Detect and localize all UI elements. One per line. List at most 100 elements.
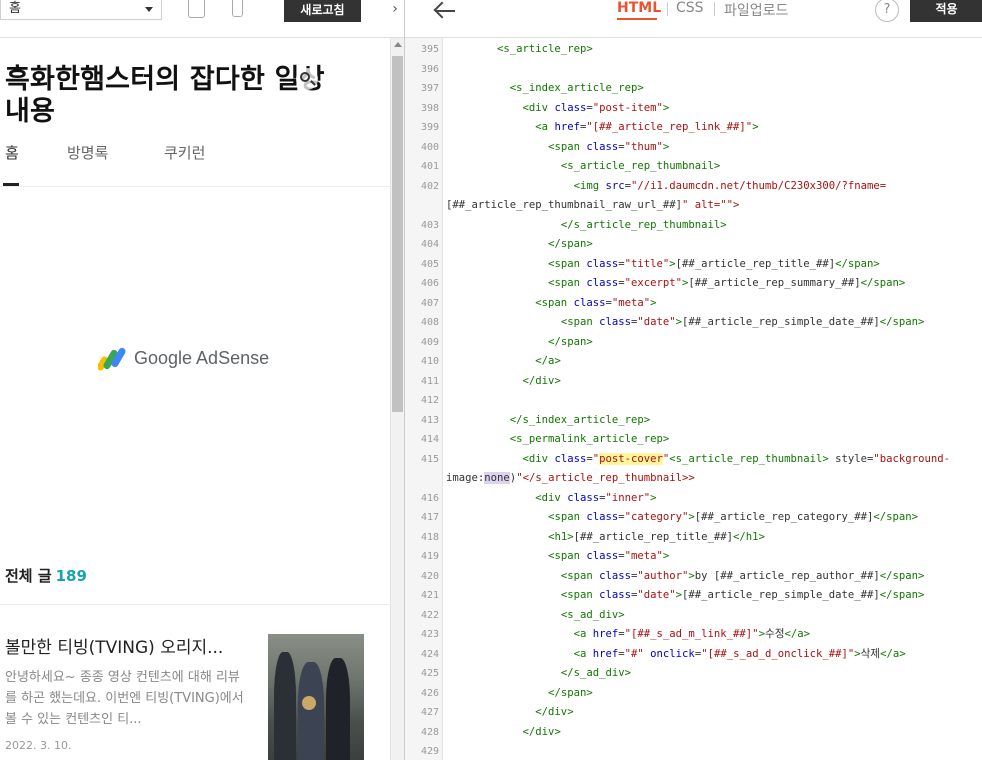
code-line[interactable]: 424 <a href="#" onclick="[##_s_ad_d_oncl… <box>405 645 982 665</box>
line-number: 422 <box>420 609 439 621</box>
code-line[interactable]: 429 <box>405 742 982 760</box>
tab-css[interactable]: CSS <box>676 0 704 16</box>
line-number: 402 <box>420 180 439 192</box>
code-line[interactable]: 399 <a href="[##_article_rep_link_##]"> <box>405 118 982 138</box>
editor-pane: HTML CSS 파일업로드 ? 적용 395 <s_article_rep> 3… <box>404 0 982 760</box>
refresh-button[interactable]: 새로고침 <box>284 0 361 22</box>
code-editor[interactable]: 395 <s_article_rep> 396 397 <s_index_artic… <box>405 38 982 760</box>
code-line[interactable]: 403 </s_article_rep_thumbnail> <box>405 216 982 236</box>
code-text: <img src="//i1.daumcdn.net/thumb/C230x30… <box>573 179 887 192</box>
code-text: <span class="meta"> <box>548 550 670 562</box>
code-line[interactable]: 427 </div> <box>405 703 982 723</box>
scroll-up-icon[interactable] <box>394 42 402 47</box>
code-line[interactable]: 419 <span class="meta"> <box>405 547 982 567</box>
divider <box>0 186 390 187</box>
code-line[interactable]: 421 <span class="date">[##_article_rep_s… <box>405 586 982 606</box>
code-line[interactable]: 410 </a> <box>405 352 982 372</box>
code-text: <a href="[##_s_ad_m_link_##]">수정</a> <box>573 628 810 640</box>
preview-pane: 홈 새로고침 › 흑화한햄스터의 잡다한 일상 내용 홈 방명록 쿠키런 Goo… <box>0 0 404 760</box>
thumbnail-detail <box>302 696 316 710</box>
code-line[interactable]: 420 <span class="author">by [##_article_… <box>405 567 982 587</box>
code-text: <span class="excerpt">[##_article_rep_su… <box>548 277 906 289</box>
scrollbar-thumb[interactable] <box>392 56 403 412</box>
mobile-view-icon[interactable] <box>232 0 243 17</box>
code-line[interactable]: 404 </span> <box>405 235 982 255</box>
desktop-view-icon[interactable] <box>188 0 205 18</box>
code-line[interactable]: 402 <img src="//i1.daumcdn.net/thumb/C23… <box>405 177 982 197</box>
code-text: <s_article_rep_thumbnail> <box>560 160 721 172</box>
code-text: </div> <box>535 706 574 718</box>
apply-button[interactable]: 적용 <box>910 0 982 22</box>
line-number: 412 <box>420 395 439 406</box>
nav-item-home[interactable]: 홈 <box>5 142 19 163</box>
code-line[interactable]: 407 <span class="meta"> <box>405 294 982 314</box>
code-line[interactable]: 428 </div> <box>405 723 982 743</box>
line-number: 399 <box>420 122 439 133</box>
line-number: 429 <box>420 746 439 757</box>
line-number: 425 <box>420 668 439 679</box>
post-title[interactable]: 볼만한 티빙(TVING) 오리지... <box>5 633 253 658</box>
code-line[interactable]: 425 </s_ad_div> <box>405 664 982 684</box>
code-line[interactable]: 412 <box>405 391 982 411</box>
code-line[interactable]: 417 <span class="category">[##_article_r… <box>405 508 982 528</box>
nav-item-guestbook[interactable]: 방명록 <box>67 142 108 163</box>
code-line[interactable]: 408 <span class="date">[##_article_rep_s… <box>405 313 982 333</box>
post-excerpt: 안녕하세요~ 종종 영상 컨텐츠에 대해 리뷰를 하곤 했는데요. 이번엔 티빙… <box>5 670 244 727</box>
line-number: 401 <box>420 161 439 172</box>
code-line[interactable]: 423 <a href="[##_s_ad_m_link_##]">수정</a> <box>405 625 982 645</box>
code-line[interactable]: 418 <h1>[##_article_rep_title_##]</h1> <box>405 528 982 548</box>
code-line[interactable]: 400 <span class="thum"> <box>405 138 982 158</box>
help-icon[interactable]: ? <box>875 0 899 22</box>
code-line[interactable]: [##_article_rep_thumbnail_raw_url_##]" a… <box>405 196 982 216</box>
adsense-placeholder[interactable]: Google AdSense <box>0 328 390 388</box>
divider <box>0 604 390 605</box>
nav-item-cookierun[interactable]: 쿠키런 <box>164 142 205 163</box>
code-text: <s_permalink_article_rep> <box>509 433 670 445</box>
code-line[interactable]: 396 <box>405 60 982 80</box>
code-line[interactable]: 411 </div> <box>405 372 982 392</box>
adsense-label: Google AdSense <box>134 348 270 368</box>
line-number: 395 <box>420 44 439 55</box>
post-list-item[interactable]: 볼만한 티빙(TVING) 오리지... 안녕하세요~ 종종 영상 컨텐츠에 대… <box>0 630 390 760</box>
editor-header: HTML CSS 파일업로드 ? 적용 <box>405 0 982 38</box>
code-line[interactable]: image:none)"</s_article_rep_thumbnail>> <box>405 469 982 489</box>
line-number: 426 <box>420 687 439 699</box>
preview-scrollbar[interactable] <box>390 38 404 760</box>
code-line[interactable]: 409 </span> <box>405 333 982 353</box>
code-line[interactable]: 395 <s_article_rep> <box>405 40 982 60</box>
search-icon[interactable] <box>296 68 318 90</box>
code-line[interactable]: 415 <div class="post-cover"<s_article_re… <box>405 450 982 470</box>
code-line[interactable]: 406 <span class="excerpt">[##_article_re… <box>405 274 982 294</box>
code-text: <s_ad_div> <box>560 608 625 621</box>
code-line[interactable]: 405 <span class="title">[##_article_rep_… <box>405 255 982 275</box>
total-count: 189 <box>55 567 87 585</box>
code-line[interactable]: 422 <s_ad_div> <box>405 606 982 626</box>
code-line[interactable]: 413 </s_index_article_rep> <box>405 411 982 431</box>
code-text: </s_index_article_rep> <box>509 413 651 426</box>
code-line[interactable]: 397 <s_index_article_rep> <box>405 79 982 99</box>
code-text: <span class="title">[##_article_rep_titl… <box>548 257 880 270</box>
code-text: </span> <box>548 335 593 348</box>
line-number: 406 <box>420 278 439 289</box>
blog-preview: 흑화한햄스터의 잡다한 일상 내용 홈 방명록 쿠키런 Google AdSen… <box>0 38 390 760</box>
post-thumbnail[interactable] <box>268 634 364 760</box>
code-text: </span> <box>548 238 593 250</box>
back-arrow-icon[interactable] <box>433 2 459 20</box>
chevron-right-icon[interactable]: › <box>386 0 404 22</box>
page-select[interactable]: 홈 <box>0 0 162 20</box>
code-line[interactable]: 416 <div class="inner"> <box>405 489 982 509</box>
code-line[interactable]: 414 <s_permalink_article_rep> <box>405 430 982 450</box>
code-line[interactable]: 401 <s_article_rep_thumbnail> <box>405 157 982 177</box>
code-text: </div> <box>522 725 561 738</box>
tab-html[interactable]: HTML <box>617 0 661 16</box>
line-number: 421 <box>420 590 439 601</box>
tab-file-upload[interactable]: 파일업로드 <box>724 0 788 20</box>
code-text: </span> <box>548 686 593 699</box>
line-number: 418 <box>420 531 439 543</box>
code-line[interactable]: 398 <div class="post-item"> <box>405 99 982 119</box>
code-line[interactable]: 426 </span> <box>405 684 982 704</box>
line-number: 408 <box>420 317 439 328</box>
thumbnail-figure <box>298 662 324 760</box>
line-number: 413 <box>420 414 439 426</box>
total-posts: 전체 글 189 <box>5 565 87 586</box>
